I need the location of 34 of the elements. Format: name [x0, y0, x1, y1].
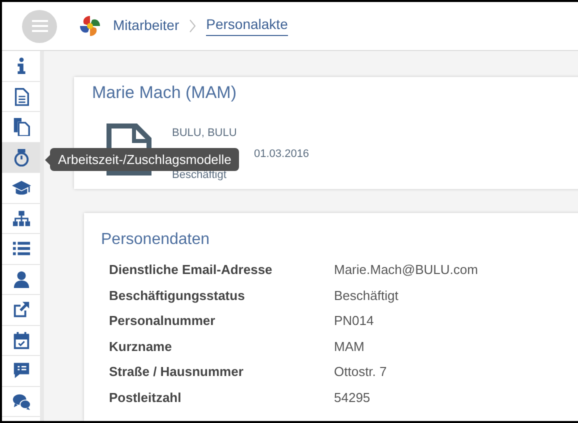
tooltip-pointer [45, 154, 50, 164]
logo-icon [79, 15, 101, 37]
person-icon [12, 270, 30, 289]
field-label: Postleitzahl [109, 390, 182, 405]
breadcrumb-link[interactable]: Mitarbeiter [113, 16, 180, 36]
chevron-icon [189, 19, 196, 33]
person-detail: BULU, BULU [172, 127, 238, 139]
tooltip: Arbeitszeit-/Zuschlagsmodelle [50, 148, 240, 171]
stopwatch-icon [12, 148, 30, 167]
graduation-cap-icon [12, 178, 30, 198]
field-value: MAM [334, 338, 366, 354]
breadcrumb-link[interactable]: Personalakte [206, 16, 288, 36]
field-value: Marie.Mach@BULU.com [334, 262, 479, 278]
org-chart-icon [12, 208, 30, 228]
chat-icon [12, 392, 30, 411]
field-label: Personalnummer [109, 313, 216, 328]
person-detail: 01.03.2016 [253, 148, 310, 160]
person-name: Marie Mach (MAM) [92, 83, 238, 103]
field-label: Beschäftigungsstatus [109, 288, 246, 303]
sidebar-item[interactable] [2, 142, 40, 173]
field-value: 54295 [334, 390, 372, 405]
field-label: Straße / Hausnummer [109, 364, 244, 380]
documents-icon [12, 117, 30, 136]
field-value: Ottostr. 7 [334, 364, 388, 380]
calendar-check-icon [12, 330, 30, 350]
menu-icon [32, 20, 48, 32]
field-value: Beschäftigt [334, 288, 400, 303]
comment-icon [12, 361, 30, 380]
section-title: Personendaten [101, 231, 211, 249]
field-value: PN014 [334, 313, 375, 328]
field-label: Dienstliche Email-Adresse [109, 262, 274, 278]
field-label: Kurzname [109, 338, 173, 354]
external-link-icon [12, 300, 30, 320]
person-detail: Beschäftigt [172, 169, 228, 181]
